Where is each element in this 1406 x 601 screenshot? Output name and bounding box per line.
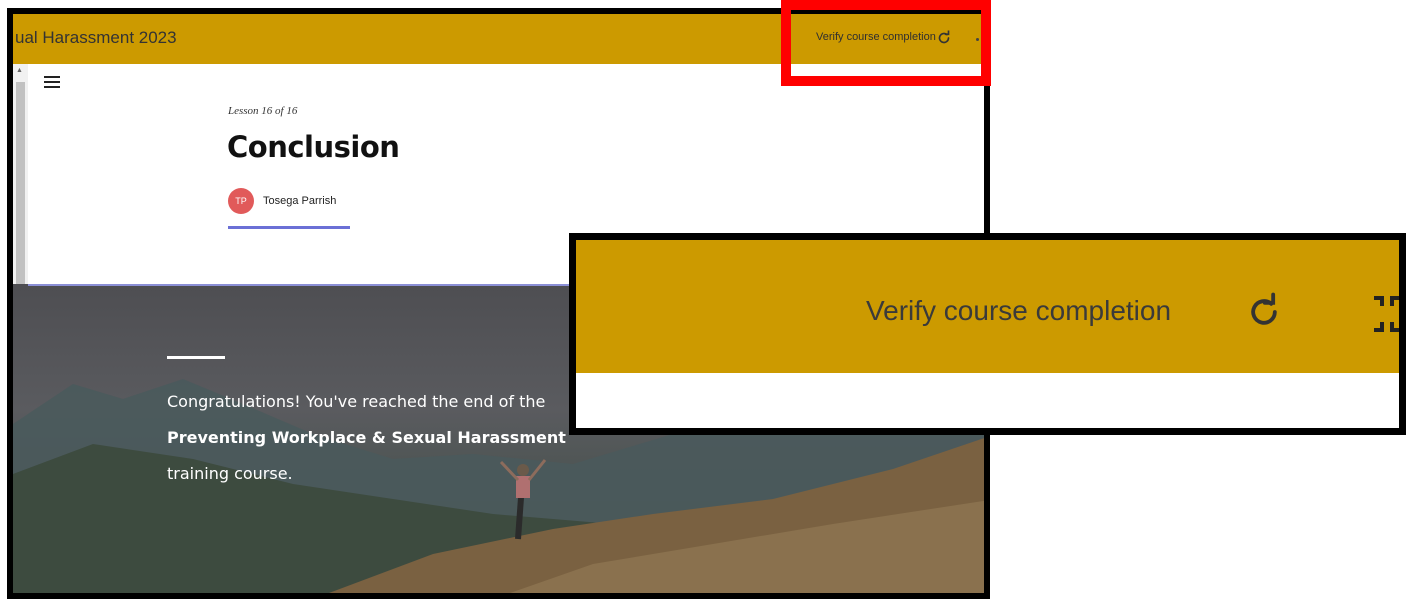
lesson-counter: Lesson 16 of 16	[228, 105, 298, 117]
hero-line-3: training course.	[167, 464, 293, 483]
hero-message: Congratulations! You've reached the end …	[167, 384, 587, 492]
exit-fullscreen-icon[interactable]	[1372, 296, 1402, 332]
inset-verify-course-completion-button[interactable]: Verify course completion	[866, 295, 1171, 327]
inset-header-bar: Verify course completion	[576, 240, 1399, 373]
lesson-title: Conclusion	[227, 130, 400, 164]
scroll-up-arrow-icon[interactable]: ▲	[16, 67, 23, 74]
avatar: TP	[228, 188, 254, 214]
zoomed-inset: Verify course completion	[569, 233, 1406, 435]
title-underline	[228, 226, 350, 229]
hero-accent-bar	[167, 356, 225, 359]
course-title: ual Harassment 2023	[15, 28, 177, 47]
author-name: Tosega Parrish	[263, 195, 337, 207]
hero-line-1: Congratulations! You've reached the end …	[167, 392, 546, 411]
menu-icon[interactable]	[44, 76, 60, 88]
hero-line-2: Preventing Workplace & Sexual Harassment	[167, 428, 566, 447]
highlight-box	[781, 0, 991, 86]
refresh-icon[interactable]	[1244, 292, 1284, 332]
